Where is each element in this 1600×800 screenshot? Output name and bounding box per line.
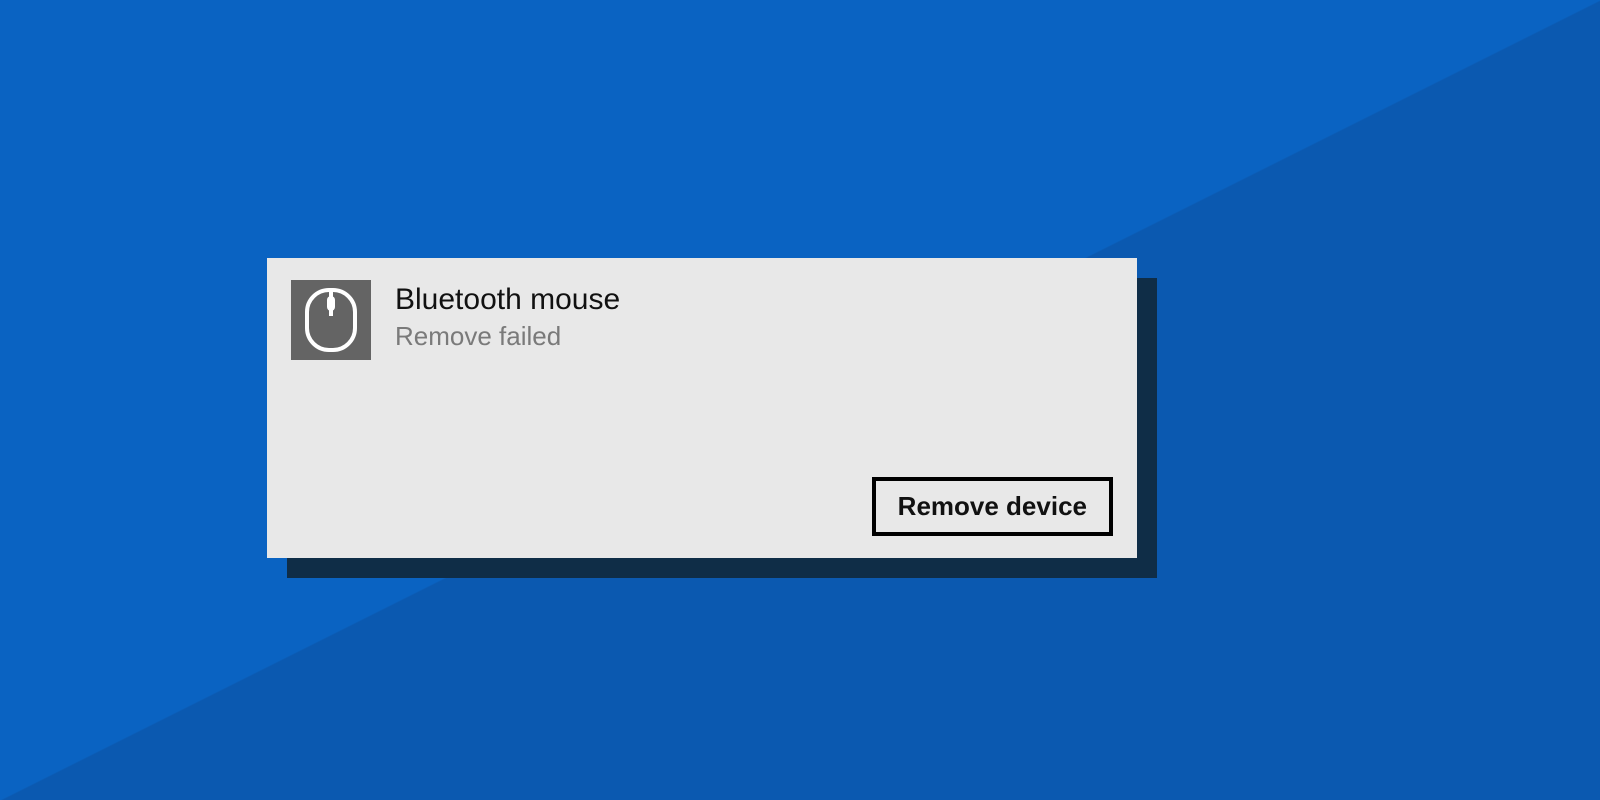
mouse-icon: [291, 280, 371, 360]
remove-device-button[interactable]: Remove device: [872, 477, 1113, 536]
device-texts: Bluetooth mouse Remove failed: [395, 280, 620, 354]
device-name: Bluetooth mouse: [395, 282, 620, 318]
action-row: Remove device: [872, 477, 1113, 536]
device-panel: Bluetooth mouse Remove failed Remove dev…: [267, 258, 1137, 558]
device-status: Remove failed: [395, 320, 620, 354]
device-row: Bluetooth mouse Remove failed: [291, 280, 1113, 360]
